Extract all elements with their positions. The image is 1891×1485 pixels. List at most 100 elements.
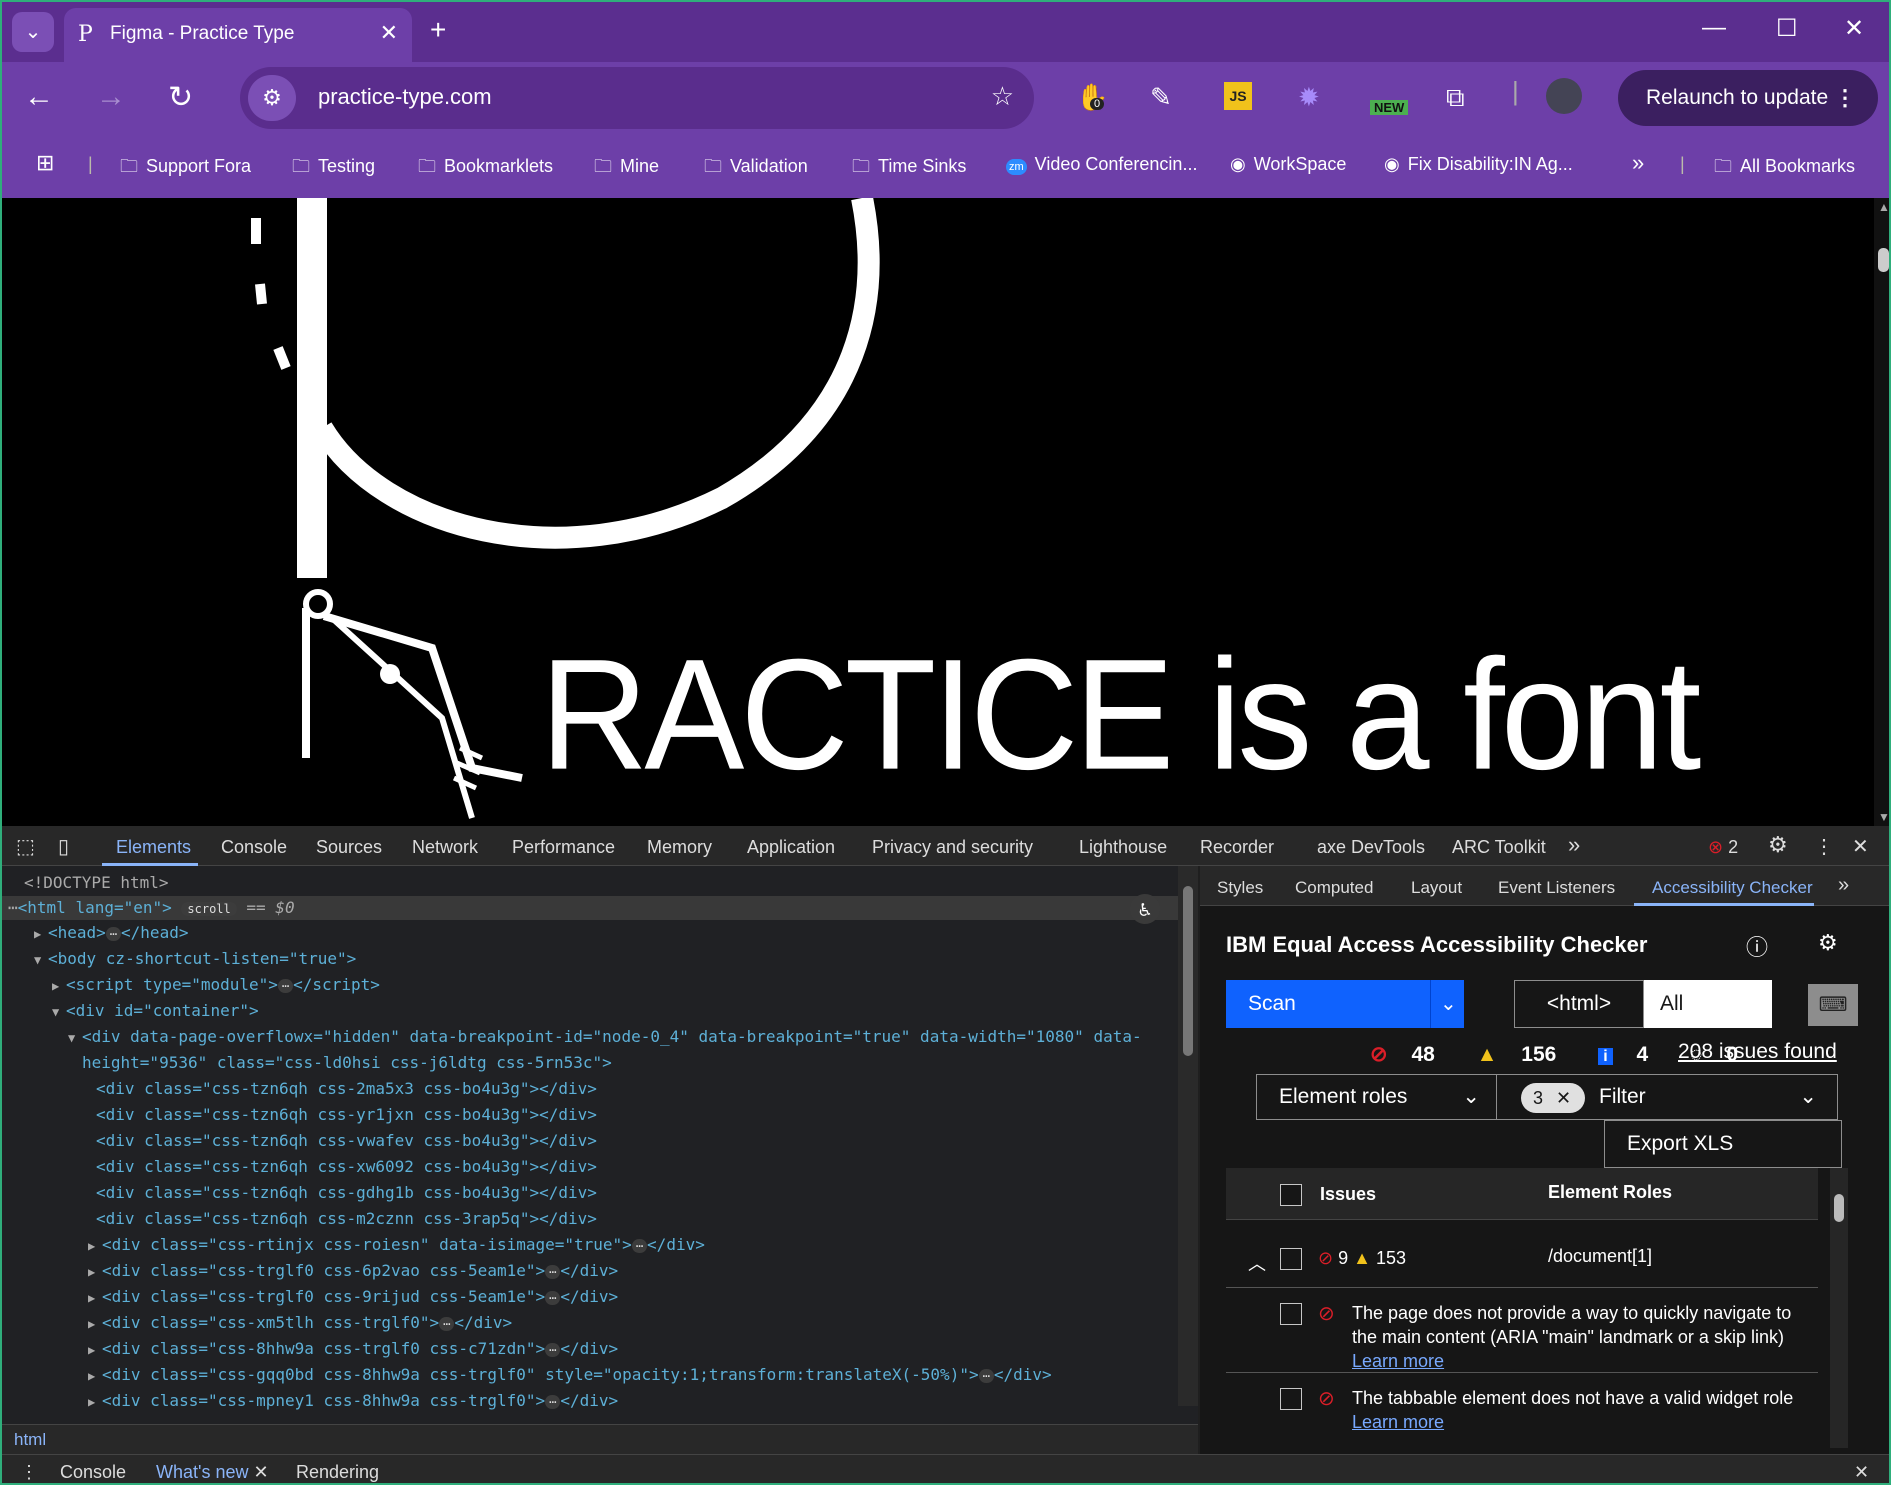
extension-badge-icon[interactable]: ✋ 0 xyxy=(1076,82,1108,113)
tab-computed[interactable]: Computed xyxy=(1295,878,1373,898)
browser-tab[interactable]: P Figma - Practice Type ✕ xyxy=(64,8,412,62)
filter-count-chip[interactable]: 3 ✕ xyxy=(1521,1083,1585,1113)
bookmark-support-fora[interactable]: 🗀 Support Fora xyxy=(120,154,251,184)
dom-node[interactable]: ▶ <head> ⋯ </head> xyxy=(34,922,188,944)
forward-icon[interactable]: → xyxy=(96,80,126,114)
tab-styles[interactable]: Styles xyxy=(1217,878,1263,898)
tab-lighthouse[interactable]: Lighthouse xyxy=(1079,837,1167,858)
drawer-tab-whats-new[interactable]: What's new ✕ xyxy=(156,1462,269,1483)
site-info-icon[interactable]: ⚙ xyxy=(248,75,296,121)
tab-performance[interactable]: Performance xyxy=(512,837,615,858)
checker-settings-icon[interactable]: ⚙ xyxy=(1818,930,1838,956)
tab-recorder[interactable]: Recorder xyxy=(1200,837,1274,858)
bookmark-workspace[interactable]: ◉ WorkSpace xyxy=(1230,154,1346,175)
dom-node[interactable]: <div class="css-tzn6qh css-2ma5x3 css-bo… xyxy=(96,1078,597,1100)
error-badge[interactable]: ⊗ 2 xyxy=(1708,837,1738,858)
drawer-tab-rendering[interactable]: Rendering xyxy=(296,1462,379,1483)
dom-node[interactable]: ▼ <div data-page-overflowx="hidden" data-… xyxy=(68,1026,1142,1048)
scroll-up-icon[interactable]: ▲ xyxy=(1878,200,1889,214)
close-drawer-icon[interactable]: ✕ xyxy=(1854,1462,1869,1483)
drawer-menu-icon[interactable]: ⋮ xyxy=(20,1462,38,1483)
recommendation-count[interactable]: i 4 xyxy=(1598,1043,1666,1066)
dom-node[interactable]: <div class="css-tzn6qh css-xw6092 css-bo… xyxy=(96,1156,597,1178)
scope-selector[interactable]: <html> xyxy=(1514,980,1644,1028)
settings-extension-icon[interactable]: ✹ xyxy=(1298,82,1320,113)
dom-node[interactable]: <div class="css-tzn6qh css-yr1jxn css-bo… xyxy=(96,1104,597,1126)
tab-layout[interactable]: Layout xyxy=(1411,878,1462,898)
url-text[interactable]: practice-type.com xyxy=(318,84,492,110)
row-checkbox[interactable] xyxy=(1280,1303,1302,1325)
table-row[interactable]: ⊘ The tabbable element does not have a v… xyxy=(1226,1374,1818,1454)
close-tab-icon[interactable]: ✕ xyxy=(380,20,398,46)
table-row[interactable]: ⊘ The page does not provide a way to qui… xyxy=(1226,1289,1818,1373)
reload-icon[interactable]: ↻ xyxy=(168,80,193,115)
learn-more-link[interactable]: Learn more xyxy=(1352,1351,1444,1371)
relaunch-button[interactable]: Relaunch to update ⋮ xyxy=(1618,70,1878,126)
row-checkbox[interactable] xyxy=(1280,1388,1302,1410)
tab-network[interactable]: Network xyxy=(412,837,478,858)
back-icon[interactable]: ← xyxy=(24,80,54,114)
scan-button[interactable]: Scan ⌄ xyxy=(1226,980,1464,1028)
select-all-checkbox[interactable] xyxy=(1280,1184,1302,1206)
row-checkbox[interactable] xyxy=(1280,1248,1302,1270)
tab-console[interactable]: Console xyxy=(221,837,287,858)
needs-review-count[interactable]: ▲ 156 xyxy=(1477,1043,1575,1066)
apps-grid-icon[interactable]: ⊞ xyxy=(36,150,54,176)
breadcrumb-html[interactable]: html xyxy=(14,1430,46,1450)
minimize-icon[interactable]: — xyxy=(1702,14,1726,42)
settings-gear-icon[interactable]: ⚙ xyxy=(1768,832,1788,858)
new-extension-badge[interactable]: NEW xyxy=(1370,100,1409,115)
column-header-element-roles[interactable]: Element Roles xyxy=(1548,1182,1672,1203)
address-bar[interactable]: ⚙ practice-type.com ☆ xyxy=(240,67,1034,129)
close-drawer-tab-icon[interactable]: ✕ xyxy=(254,1462,269,1482)
column-header-issues[interactable]: Issues xyxy=(1320,1184,1376,1205)
help-icon[interactable]: ⓘ xyxy=(1746,930,1768,962)
elements-scrollbar[interactable] xyxy=(1178,866,1198,1406)
scrollbar-thumb[interactable] xyxy=(1183,886,1193,1056)
devtools-menu-icon[interactable]: ⋮ xyxy=(1814,834,1834,859)
color-picker-icon[interactable]: ✎ xyxy=(1150,82,1172,113)
accessibility-person-icon[interactable]: ♿ xyxy=(1130,894,1160,924)
close-window-icon[interactable]: ✕ xyxy=(1844,14,1864,43)
filter-dropdown[interactable]: Filter xyxy=(1599,1075,1646,1119)
html-node[interactable]: ⋯<html lang="en"> scroll == $0 xyxy=(8,897,295,919)
collapse-chevron-icon[interactable]: ︿ xyxy=(1248,1250,1266,1276)
export-xls-menu-item[interactable]: Export XLS xyxy=(1604,1120,1842,1168)
bookmark-video-conferencing[interactable]: zm Video Conferencin... xyxy=(1006,154,1197,175)
dom-node[interactable]: ▶ <div class="css-trglf0 css-9rijud css-5… xyxy=(88,1286,618,1308)
inspect-element-icon[interactable]: ⬚ xyxy=(16,834,35,859)
ruleset-selector[interactable]: All xyxy=(1644,980,1772,1028)
issues-scrollbar[interactable] xyxy=(1830,1168,1848,1448)
violation-count[interactable]: ⊘ 48 xyxy=(1370,1043,1453,1066)
learn-more-link[interactable]: Learn more xyxy=(1352,1412,1444,1432)
tab-memory[interactable]: Memory xyxy=(647,837,712,858)
table-row-group[interactable]: ︿ ⊘ 9 ▲ 153 /document[1] xyxy=(1226,1234,1818,1288)
device-toolbar-icon[interactable]: ▯ xyxy=(58,834,69,859)
scroll-badge[interactable]: scroll xyxy=(181,902,237,916)
scrollbar-thumb[interactable] xyxy=(1834,1194,1844,1222)
tab-elements[interactable]: Elements xyxy=(116,837,191,858)
tab-event-listeners[interactable]: Event Listeners xyxy=(1498,878,1615,898)
dom-node[interactable]: ▶ <div class="css-8hhw9a css-trglf0 css-c… xyxy=(88,1338,618,1360)
extensions-puzzle-icon[interactable]: ⧉ xyxy=(1446,82,1465,114)
dom-node[interactable]: ▶ <div class="css-rtinjx css-roiesn" data… xyxy=(88,1234,705,1256)
js-extension-icon[interactable]: JS xyxy=(1224,82,1252,110)
dom-node[interactable]: ▼ <div id="container"> xyxy=(52,1000,259,1022)
dom-node[interactable]: ▶ <div class="css-mpney1 css-8hhw9a css-t… xyxy=(88,1390,618,1412)
doctype-line[interactable]: <!DOCTYPE html> xyxy=(24,872,169,894)
scrollbar-thumb[interactable] xyxy=(1878,248,1889,272)
page-scrollbar[interactable]: ▲ ▼ xyxy=(1874,198,1889,826)
tab-application[interactable]: Application xyxy=(747,837,835,858)
bookmark-mine[interactable]: 🗀 Mine xyxy=(594,154,659,184)
bookmark-all-bookmarks[interactable]: 🗀 All Bookmarks xyxy=(1714,154,1855,184)
dom-node[interactable]: <div class="css-tzn6qh css-vwafev css-bo… xyxy=(96,1130,597,1152)
bookmark-bookmarklets[interactable]: 🗀 Bookmarklets xyxy=(418,154,553,184)
clear-filter-icon[interactable]: ✕ xyxy=(1556,1088,1571,1108)
avatar[interactable] xyxy=(1546,78,1582,114)
close-devtools-icon[interactable]: ✕ xyxy=(1852,834,1869,859)
more-bookmarks-icon[interactable]: » xyxy=(1632,150,1644,176)
maximize-icon[interactable]: ☐ xyxy=(1776,14,1798,43)
dom-node[interactable]: ▶ <div class="css-trglf0 css-6p2vao css-5… xyxy=(88,1260,618,1282)
bookmark-fix-disability[interactable]: ◉ Fix Disability:IN Ag... xyxy=(1384,154,1573,175)
dom-node[interactable]: ▶ <div class="css-gqq0bd css-8hhw9a css-t… xyxy=(88,1364,1052,1386)
